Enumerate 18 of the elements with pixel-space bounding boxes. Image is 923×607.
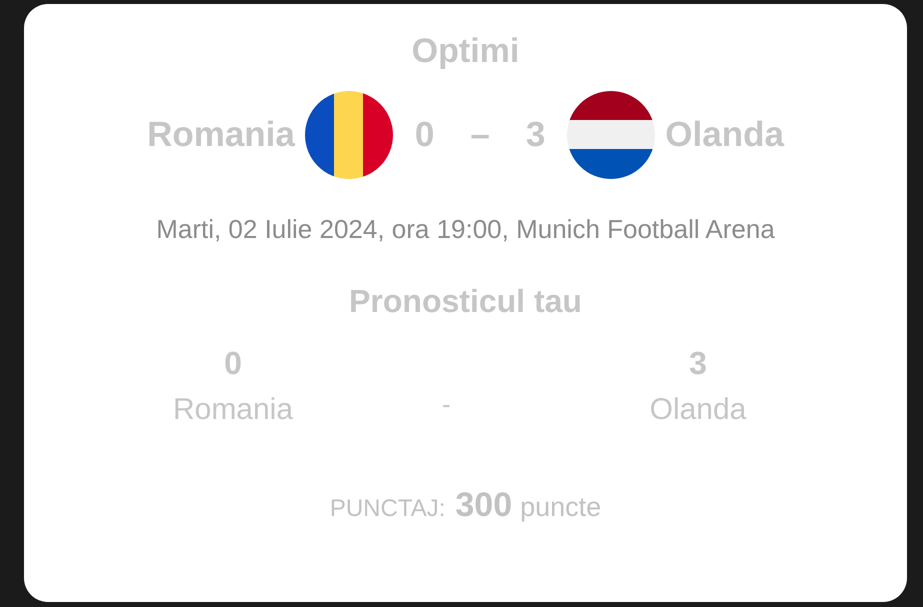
prediction-separator: - [442, 388, 451, 421]
round-title: Optimi [412, 34, 520, 68]
match-details: Marti, 02 Iulie 2024, ora 19:00, Munich Football Arena [156, 213, 775, 246]
away-team-name: Olanda [665, 114, 784, 156]
points-label: PUNCTAJ: [330, 494, 446, 524]
score-separator: – [470, 114, 490, 156]
away-score: 3 [526, 114, 546, 156]
points-value: 300 [455, 485, 512, 526]
predicted-away-team: Olanda [650, 392, 746, 428]
points-unit: puncte [520, 491, 602, 524]
flag-icon [567, 91, 656, 179]
home-team-name: Romania [147, 114, 295, 156]
home-score: 0 [414, 114, 434, 156]
predicted-home-team: Romania [172, 392, 294, 428]
prediction-title: Pronosticul tau [349, 285, 582, 317]
predicted-home-score: 0 [224, 347, 242, 379]
flag-icon [304, 91, 393, 179]
predicted-away-score: 3 [689, 347, 707, 379]
